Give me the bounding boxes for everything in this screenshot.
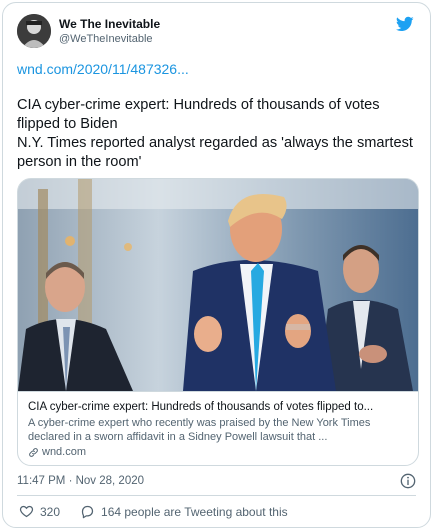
tweet-timestamp[interactable]: 11:47 PM · Nov 28, 2020 [17,475,144,487]
link-preview-card[interactable]: CIA cyber-crime expert: Hundreds of thou… [17,178,419,466]
heart-icon [19,505,34,518]
author-name[interactable]: We The Inevitable [59,17,160,31]
avatar[interactable] [17,14,51,48]
action-bar: 320 164 people are Tweeting about this [19,504,308,519]
like-button[interactable]: 320 [19,504,60,519]
preview-meta: CIA cyber-crime expert: Hundreds of thou… [18,391,418,465]
preview-domain-row: wnd.com [28,446,410,458]
preview-title: CIA cyber-crime expert: Hundreds of thou… [28,401,374,413]
twitter-bird-icon[interactable] [395,15,415,33]
tweet-link[interactable]: wnd.com/2020/11/487326... [17,61,189,77]
reply-button[interactable]: 164 people are Tweeting about this [80,504,288,519]
like-count: 320 [40,504,61,519]
link-icon [29,447,38,457]
author-handle[interactable]: @WeTheInevitable [59,33,153,45]
speech-bubble-icon [81,505,94,519]
tweet-card: We The Inevitable @WeTheInevitable wnd.c… [2,2,431,528]
reply-text: 164 people are Tweeting about this [101,504,288,519]
info-icon[interactable] [400,473,416,489]
preview-domain: wnd.com [42,446,87,458]
tweet-text: CIA cyber-crime expert: Hundreds of thou… [17,97,413,170]
divider [17,495,416,496]
preview-image [18,179,418,391]
preview-description: A cyber-crime expert who recently was pr… [28,417,371,443]
